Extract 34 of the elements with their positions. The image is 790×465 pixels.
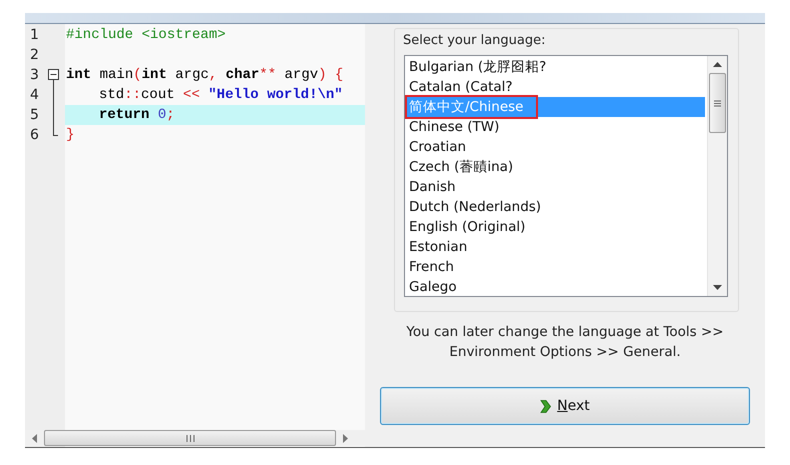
scroll-thumb[interactable] (709, 73, 726, 133)
language-item[interactable]: Dutch (Nederlands) (405, 197, 705, 217)
code-line: std::cout << "Hello world!\n" (99, 87, 343, 103)
language-item[interactable]: Estonian (405, 237, 705, 257)
highlight-frame: 简体中文/Chinese (408, 98, 536, 116)
line-number: 1 (29, 27, 40, 43)
line-number: 3 (29, 67, 40, 83)
vertical-scrollbar[interactable] (707, 56, 727, 296)
language-item[interactable]: Czech (萫賾ina) (405, 157, 705, 177)
code-line: int main(int argc, char** argv) { (66, 67, 344, 83)
line-number: 4 (29, 87, 40, 103)
line-number: 2 (29, 47, 40, 63)
language-item[interactable]: Danish (405, 177, 705, 197)
hint-text: You can later change the language at Tools >> Environment Options >> General. (405, 323, 725, 362)
language-item[interactable]: Chinese (TW) (405, 117, 705, 137)
language-list[interactable]: Bulgarian (龙脬囵耜? Catalan (Catal? 简体中文/Chinese Chinese (TW) Croatian Czech (萫賾ina) Danish Dutch (Nederlands) English (Original) Estonian French Galego (404, 55, 728, 297)
language-item[interactable]: Croatian (405, 137, 705, 157)
line-number: 6 (29, 127, 40, 143)
scroll-up-icon[interactable] (713, 62, 722, 67)
fold-end-icon (53, 125, 59, 136)
language-item[interactable]: Catalan (Catal? (405, 77, 705, 97)
scroll-right-icon[interactable] (342, 434, 349, 442)
code-line: #include <iostream> (66, 27, 226, 43)
code-line: return 0; (99, 107, 175, 123)
scroll-down-icon[interactable] (713, 285, 722, 290)
line-number: 5 (29, 107, 40, 123)
language-item[interactable]: Galego (405, 277, 705, 296)
code-line: } (66, 127, 74, 143)
scroll-left-icon[interactable] (31, 434, 38, 442)
language-item[interactable]: Bulgarian (龙脬囵耜? (405, 57, 705, 77)
chevron-icon (540, 400, 552, 412)
language-item[interactable]: English (Original) (405, 217, 705, 237)
language-item[interactable]: French (405, 257, 705, 277)
next-button[interactable]: Next (380, 387, 750, 425)
